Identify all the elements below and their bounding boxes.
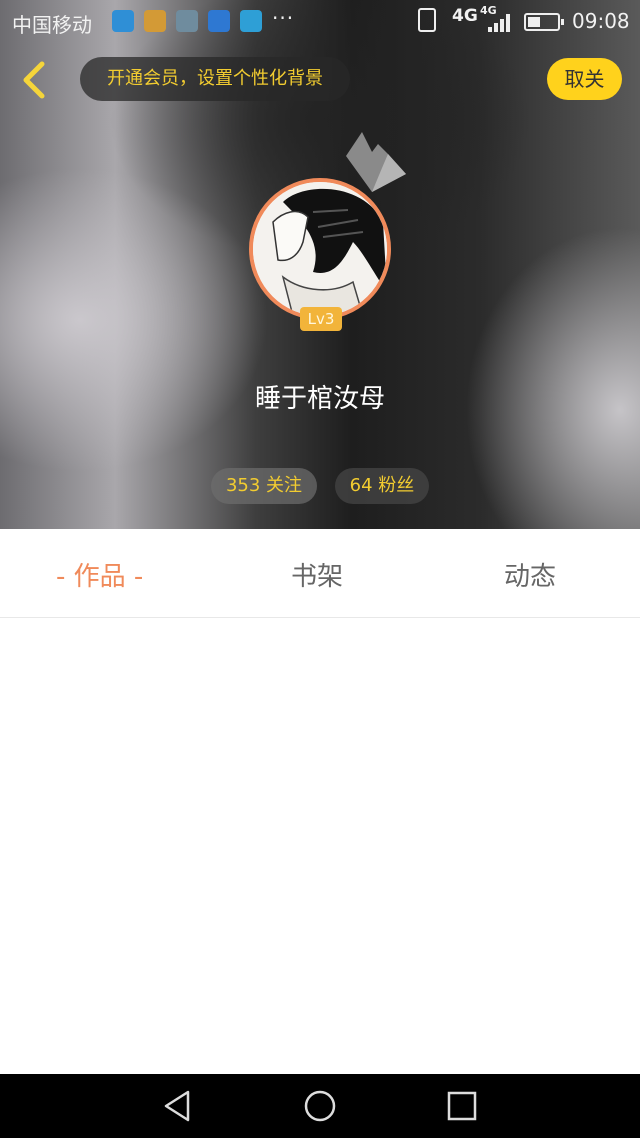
avatar-image xyxy=(253,182,387,316)
nav-home-icon[interactable] xyxy=(302,1088,338,1124)
clock: 09:08 xyxy=(572,9,630,33)
profile-tabs: - 作品 - 书架 动态 xyxy=(0,530,640,618)
following-count-button[interactable]: 353 关注 xyxy=(211,468,317,504)
tab-works[interactable]: - 作品 - xyxy=(56,556,143,593)
chevron-left-icon xyxy=(23,61,45,99)
vip-background-banner[interactable]: 开通会员，设置个性化背景 xyxy=(80,57,350,101)
level-badge: Lv3 xyxy=(300,307,342,331)
tab-content-area xyxy=(0,618,640,1074)
battery-icon xyxy=(524,13,564,31)
tab-activity[interactable]: 动态 xyxy=(504,556,556,593)
map-app-icon xyxy=(112,10,134,32)
fans-count-button[interactable]: 64 粉丝 xyxy=(335,468,429,504)
nav-back-icon[interactable] xyxy=(160,1088,196,1124)
system-navigation-bar xyxy=(0,1074,640,1138)
chat-app-icon xyxy=(240,10,262,32)
back-button[interactable] xyxy=(16,58,56,102)
sim-app-icon xyxy=(144,10,166,32)
unfollow-button[interactable]: 取关 xyxy=(547,58,622,100)
nav-recent-apps-icon[interactable] xyxy=(444,1088,480,1124)
username: 睡于棺汝母 xyxy=(254,384,385,414)
network-type-label: 4G xyxy=(452,6,478,26)
tab-bookshelf[interactable]: 书架 xyxy=(291,556,343,593)
gallery-app-icon xyxy=(176,10,198,32)
baidu-app-icon xyxy=(208,10,230,32)
vibrate-icon xyxy=(418,8,436,32)
crown-icon xyxy=(346,132,406,192)
signal-icon xyxy=(484,14,510,32)
more-notifications-icon: ··· xyxy=(272,6,295,30)
avatar[interactable] xyxy=(249,178,391,320)
status-bar: 中国移动 ··· 4G 4G 09:08 xyxy=(0,0,640,42)
carrier-label: 中国移动 xyxy=(12,13,92,37)
